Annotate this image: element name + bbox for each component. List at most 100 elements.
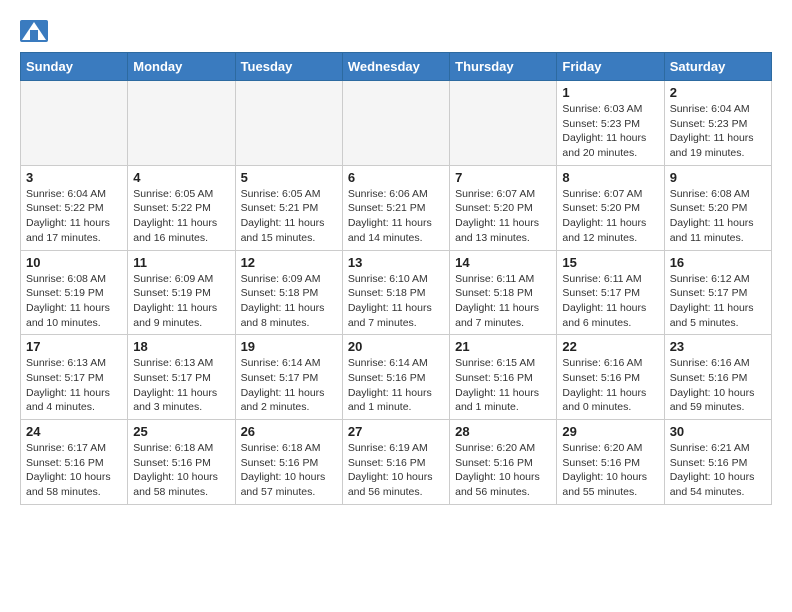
calendar-day-cell: 16 Sunrise: 6:12 AM Sunset: 5:17 PM Dayli… [664, 250, 771, 335]
calendar-day-cell: 7Sunrise: 6:07 AM Sunset: 5:20 PM Daylig… [450, 165, 557, 250]
day-number: 12 [241, 255, 337, 270]
day-number: 15 [562, 255, 658, 270]
day-number: 17 [26, 339, 122, 354]
day-info: Sunrise: 6:05 AM Sunset: 5:22 PM Dayligh… [133, 187, 229, 246]
day-number: 23 [670, 339, 766, 354]
day-number: 13 [348, 255, 444, 270]
day-info: Sunrise: 6:17 AM Sunset: 5:16 PM Dayligh… [26, 441, 122, 500]
logo [20, 20, 52, 42]
day-number: 3 [26, 170, 122, 185]
day-info: Sunrise: 6:13 AM Sunset: 5:17 PM Dayligh… [133, 356, 229, 415]
calendar-day-cell: 2 Sunrise: 6:04 AM Sunset: 5:23 PM Daylig… [664, 81, 771, 166]
calendar-day-cell: 24 Sunrise: 6:17 AM Sunset: 5:16 PM Dayli… [21, 420, 128, 505]
day-info: Sunrise: 6:03 AM Sunset: 5:23 PM Dayligh… [562, 102, 658, 161]
calendar-day-cell [450, 81, 557, 166]
day-info: Sunrise: 6:05 AM Sunset: 5:21 PM Dayligh… [241, 187, 337, 246]
calendar-day-cell [128, 81, 235, 166]
day-info: Sunrise: 6:06 AM Sunset: 5:21 PM Dayligh… [348, 187, 444, 246]
weekday-header-sunday: Sunday [21, 53, 128, 81]
day-info: Sunrise: 6:19 AM Sunset: 5:16 PM Dayligh… [348, 441, 444, 500]
calendar-day-cell: 9Sunrise: 6:08 AM Sunset: 5:20 PM Daylig… [664, 165, 771, 250]
calendar-day-cell: 18 Sunrise: 6:13 AM Sunset: 5:17 PM Dayli… [128, 335, 235, 420]
calendar-day-cell: 3 Sunrise: 6:04 AM Sunset: 5:22 PM Daylig… [21, 165, 128, 250]
calendar-week-row: 1 Sunrise: 6:03 AM Sunset: 5:23 PM Daylig… [21, 81, 772, 166]
day-info: Sunrise: 6:12 AM Sunset: 5:17 PM Dayligh… [670, 272, 766, 331]
day-info: Sunrise: 6:04 AM Sunset: 5:23 PM Dayligh… [670, 102, 766, 161]
calendar-day-cell: 13 Sunrise: 6:10 AM Sunset: 5:18 PM Dayli… [342, 250, 449, 335]
day-number: 1 [562, 85, 658, 100]
weekday-header-tuesday: Tuesday [235, 53, 342, 81]
day-number: 7 [455, 170, 551, 185]
calendar-day-cell: 1 Sunrise: 6:03 AM Sunset: 5:23 PM Daylig… [557, 81, 664, 166]
day-number: 22 [562, 339, 658, 354]
day-info: Sunrise: 6:20 AM Sunset: 5:16 PM Dayligh… [455, 441, 551, 500]
calendar-day-cell: 20 Sunrise: 6:14 AM Sunset: 5:16 PM Dayli… [342, 335, 449, 420]
calendar-day-cell [235, 81, 342, 166]
day-info: Sunrise: 6:16 AM Sunset: 5:16 PM Dayligh… [670, 356, 766, 415]
calendar-day-cell: 23 Sunrise: 6:16 AM Sunset: 5:16 PM Dayli… [664, 335, 771, 420]
day-info: Sunrise: 6:08 AM Sunset: 5:19 PM Dayligh… [26, 272, 122, 331]
weekday-header-saturday: Saturday [664, 53, 771, 81]
page-header [20, 20, 772, 42]
calendar-day-cell: 14 Sunrise: 6:11 AM Sunset: 5:18 PM Dayli… [450, 250, 557, 335]
calendar-day-cell: 19 Sunrise: 6:14 AM Sunset: 5:17 PM Dayli… [235, 335, 342, 420]
calendar-day-cell: 8 Sunrise: 6:07 AM Sunset: 5:20 PM Daylig… [557, 165, 664, 250]
day-info: Sunrise: 6:18 AM Sunset: 5:16 PM Dayligh… [241, 441, 337, 500]
day-info: Sunrise: 6:15 AM Sunset: 5:16 PM Dayligh… [455, 356, 551, 415]
day-number: 5 [241, 170, 337, 185]
calendar-day-cell: 12Sunrise: 6:09 AM Sunset: 5:18 PM Dayli… [235, 250, 342, 335]
calendar-day-cell: 28 Sunrise: 6:20 AM Sunset: 5:16 PM Dayli… [450, 420, 557, 505]
day-number: 29 [562, 424, 658, 439]
day-number: 6 [348, 170, 444, 185]
calendar-week-row: 3 Sunrise: 6:04 AM Sunset: 5:22 PM Daylig… [21, 165, 772, 250]
day-info: Sunrise: 6:10 AM Sunset: 5:18 PM Dayligh… [348, 272, 444, 331]
calendar-day-cell: 17Sunrise: 6:13 AM Sunset: 5:17 PM Dayli… [21, 335, 128, 420]
day-number: 28 [455, 424, 551, 439]
day-number: 10 [26, 255, 122, 270]
calendar-day-cell [21, 81, 128, 166]
weekday-header-monday: Monday [128, 53, 235, 81]
day-number: 4 [133, 170, 229, 185]
day-number: 8 [562, 170, 658, 185]
day-number: 25 [133, 424, 229, 439]
calendar-week-row: 24 Sunrise: 6:17 AM Sunset: 5:16 PM Dayli… [21, 420, 772, 505]
weekday-header-friday: Friday [557, 53, 664, 81]
day-number: 20 [348, 339, 444, 354]
day-info: Sunrise: 6:14 AM Sunset: 5:17 PM Dayligh… [241, 356, 337, 415]
logo-icon [20, 20, 48, 42]
day-number: 19 [241, 339, 337, 354]
day-number: 14 [455, 255, 551, 270]
calendar-day-cell: 5 Sunrise: 6:05 AM Sunset: 5:21 PM Daylig… [235, 165, 342, 250]
day-info: Sunrise: 6:04 AM Sunset: 5:22 PM Dayligh… [26, 187, 122, 246]
day-number: 26 [241, 424, 337, 439]
day-number: 27 [348, 424, 444, 439]
day-number: 11 [133, 255, 229, 270]
weekday-header-wednesday: Wednesday [342, 53, 449, 81]
day-info: Sunrise: 6:14 AM Sunset: 5:16 PM Dayligh… [348, 356, 444, 415]
calendar-day-cell: 25 Sunrise: 6:18 AM Sunset: 5:16 PM Dayli… [128, 420, 235, 505]
day-number: 24 [26, 424, 122, 439]
day-info: Sunrise: 6:09 AM Sunset: 5:19 PM Dayligh… [133, 272, 229, 331]
day-number: 30 [670, 424, 766, 439]
calendar-header: SundayMondayTuesdayWednesdayThursdayFrid… [21, 53, 772, 81]
day-number: 18 [133, 339, 229, 354]
day-info: Sunrise: 6:18 AM Sunset: 5:16 PM Dayligh… [133, 441, 229, 500]
calendar-day-cell [342, 81, 449, 166]
day-number: 16 [670, 255, 766, 270]
calendar-day-cell: 22Sunrise: 6:16 AM Sunset: 5:16 PM Dayli… [557, 335, 664, 420]
calendar-day-cell: 27 Sunrise: 6:19 AM Sunset: 5:16 PM Dayli… [342, 420, 449, 505]
day-info: Sunrise: 6:07 AM Sunset: 5:20 PM Dayligh… [562, 187, 658, 246]
day-info: Sunrise: 6:20 AM Sunset: 5:16 PM Dayligh… [562, 441, 658, 500]
day-info: Sunrise: 6:11 AM Sunset: 5:18 PM Dayligh… [455, 272, 551, 331]
day-number: 21 [455, 339, 551, 354]
calendar-week-row: 17 Sunrise: 6:13 AM Sunset: 5:17 PM Dayli… [21, 335, 772, 420]
day-info: Sunrise: 6:08 AM Sunset: 5:20 PM Dayligh… [670, 187, 766, 246]
calendar-week-row: 10 Sunrise: 6:08 AM Sunset: 5:19 PM Dayli… [21, 250, 772, 335]
day-info: Sunrise: 6:11 AM Sunset: 5:17 PM Dayligh… [562, 272, 658, 331]
calendar-day-cell: 26 Sunrise: 6:18 AM Sunset: 5:16 PM Dayli… [235, 420, 342, 505]
calendar-day-cell: 4 Sunrise: 6:05 AM Sunset: 5:22 PM Daylig… [128, 165, 235, 250]
weekday-header-thursday: Thursday [450, 53, 557, 81]
calendar-day-cell: 15 Sunrise: 6:11 AM Sunset: 5:17 PM Dayli… [557, 250, 664, 335]
calendar-day-cell: 30Sunrise: 6:21 AM Sunset: 5:16 PM Dayli… [664, 420, 771, 505]
day-number: 2 [670, 85, 766, 100]
